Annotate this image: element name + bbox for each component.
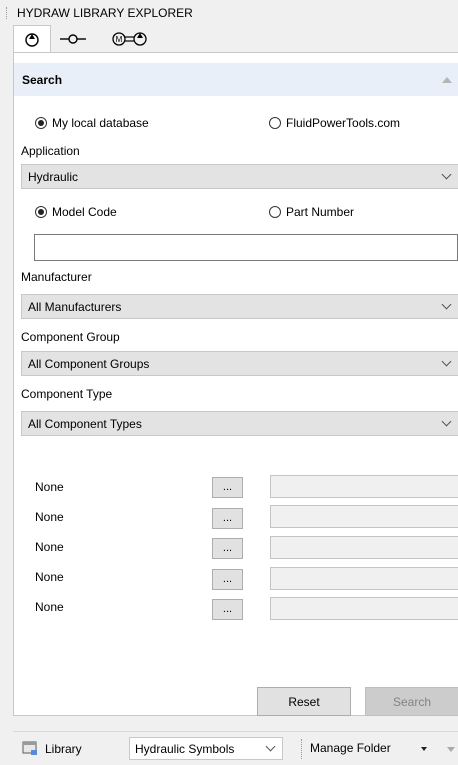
attribute-label: None: [35, 540, 64, 554]
application-dropdown[interactable]: Hydraulic: [21, 164, 458, 189]
dropdown-value: Hydraulic Symbols: [135, 742, 235, 756]
symbol-tabs: M: [13, 25, 173, 53]
attribute-value-field[interactable]: [270, 505, 458, 528]
overflow-menu-icon[interactable]: [447, 747, 455, 752]
panel-title: HYDRAW LIBRARY EXPLORER: [17, 6, 193, 20]
radio-fluidpowertools[interactable]: FluidPowerTools.com: [269, 116, 400, 130]
radio-part-number[interactable]: Part Number: [269, 205, 354, 219]
attribute-value-field[interactable]: [270, 475, 458, 498]
tab-pumps[interactable]: [13, 25, 51, 53]
component-group-label: Component Group: [21, 330, 120, 344]
chevron-down-icon: [441, 299, 452, 310]
radio-local-database[interactable]: My local database: [35, 116, 149, 130]
attribute-label: None: [35, 600, 64, 614]
motor-pump-symbol-icon: M: [112, 31, 147, 46]
radio-model-code[interactable]: Model Code: [35, 205, 117, 219]
application-label: Application: [21, 144, 80, 158]
chevron-down-icon: [441, 356, 452, 367]
attribute-label: None: [35, 510, 64, 524]
attribute-browse-button[interactable]: ...: [212, 569, 243, 590]
manage-folder-button[interactable]: Manage Folder: [310, 741, 391, 755]
radio-selected-icon: [35, 117, 47, 129]
dropdown-value: All Component Groups: [28, 357, 150, 371]
collapse-arrow-icon[interactable]: [442, 77, 452, 83]
toolbar-separator: [301, 739, 302, 759]
chevron-down-icon: [441, 169, 452, 180]
attribute-label: None: [35, 480, 64, 494]
attribute-browse-button[interactable]: ...: [212, 508, 243, 529]
dropdown-value: Hydraulic: [28, 170, 79, 184]
search-section-header[interactable]: Search: [14, 63, 458, 96]
drag-grip[interactable]: [6, 7, 9, 19]
caret-down-icon[interactable]: [421, 747, 427, 751]
attribute-value-field[interactable]: [270, 567, 458, 590]
dropdown-value: All Component Types: [28, 417, 142, 431]
radio-selected-icon: [35, 206, 47, 218]
radio-label: FluidPowerTools.com: [286, 116, 401, 130]
attribute-browse-button[interactable]: ...: [212, 477, 243, 498]
tab-valves[interactable]: [54, 25, 92, 52]
radio-label: Model Code: [52, 205, 117, 219]
radio-label: Part Number: [286, 205, 355, 219]
attribute-browse-button[interactable]: ...: [212, 538, 243, 559]
radio-unselected-icon: [269, 206, 281, 218]
attribute-value-field[interactable]: [270, 597, 458, 620]
search-panel: Search My local database FluidPowerTools…: [13, 52, 458, 716]
radio-unselected-icon: [269, 117, 281, 129]
component-type-label: Component Type: [21, 387, 113, 401]
reset-button[interactable]: Reset: [257, 687, 351, 716]
search-section-title: Search: [22, 73, 63, 87]
library-toolbar: Library Hydraulic Symbols Manage Folder: [13, 731, 458, 765]
search-query-input[interactable]: [34, 234, 458, 261]
panel-title-bar: HYDRAW LIBRARY EXPLORER: [0, 0, 458, 24]
svg-text:M: M: [116, 35, 123, 44]
chevron-down-icon: [441, 416, 452, 427]
component-group-dropdown[interactable]: All Component Groups: [21, 351, 458, 376]
library-icon: [22, 741, 37, 755]
manufacturer-label: Manufacturer: [21, 270, 92, 284]
library-label: Library: [45, 742, 82, 756]
radio-label: My local database: [52, 116, 149, 130]
manufacturer-dropdown[interactable]: All Manufacturers: [21, 294, 458, 319]
valve-symbol-icon: [60, 33, 86, 44]
attribute-label: None: [35, 570, 64, 584]
tab-motor-pumps[interactable]: M: [101, 25, 159, 52]
library-dropdown[interactable]: Hydraulic Symbols: [129, 737, 283, 760]
attribute-browse-button[interactable]: ...: [212, 599, 243, 620]
chevron-down-icon: [265, 741, 276, 752]
component-type-dropdown[interactable]: All Component Types: [21, 411, 458, 436]
search-button[interactable]: Search: [365, 687, 458, 716]
dropdown-value: All Manufacturers: [28, 300, 122, 314]
pump-symbol-icon: [25, 32, 39, 47]
attribute-value-field[interactable]: [270, 536, 458, 559]
